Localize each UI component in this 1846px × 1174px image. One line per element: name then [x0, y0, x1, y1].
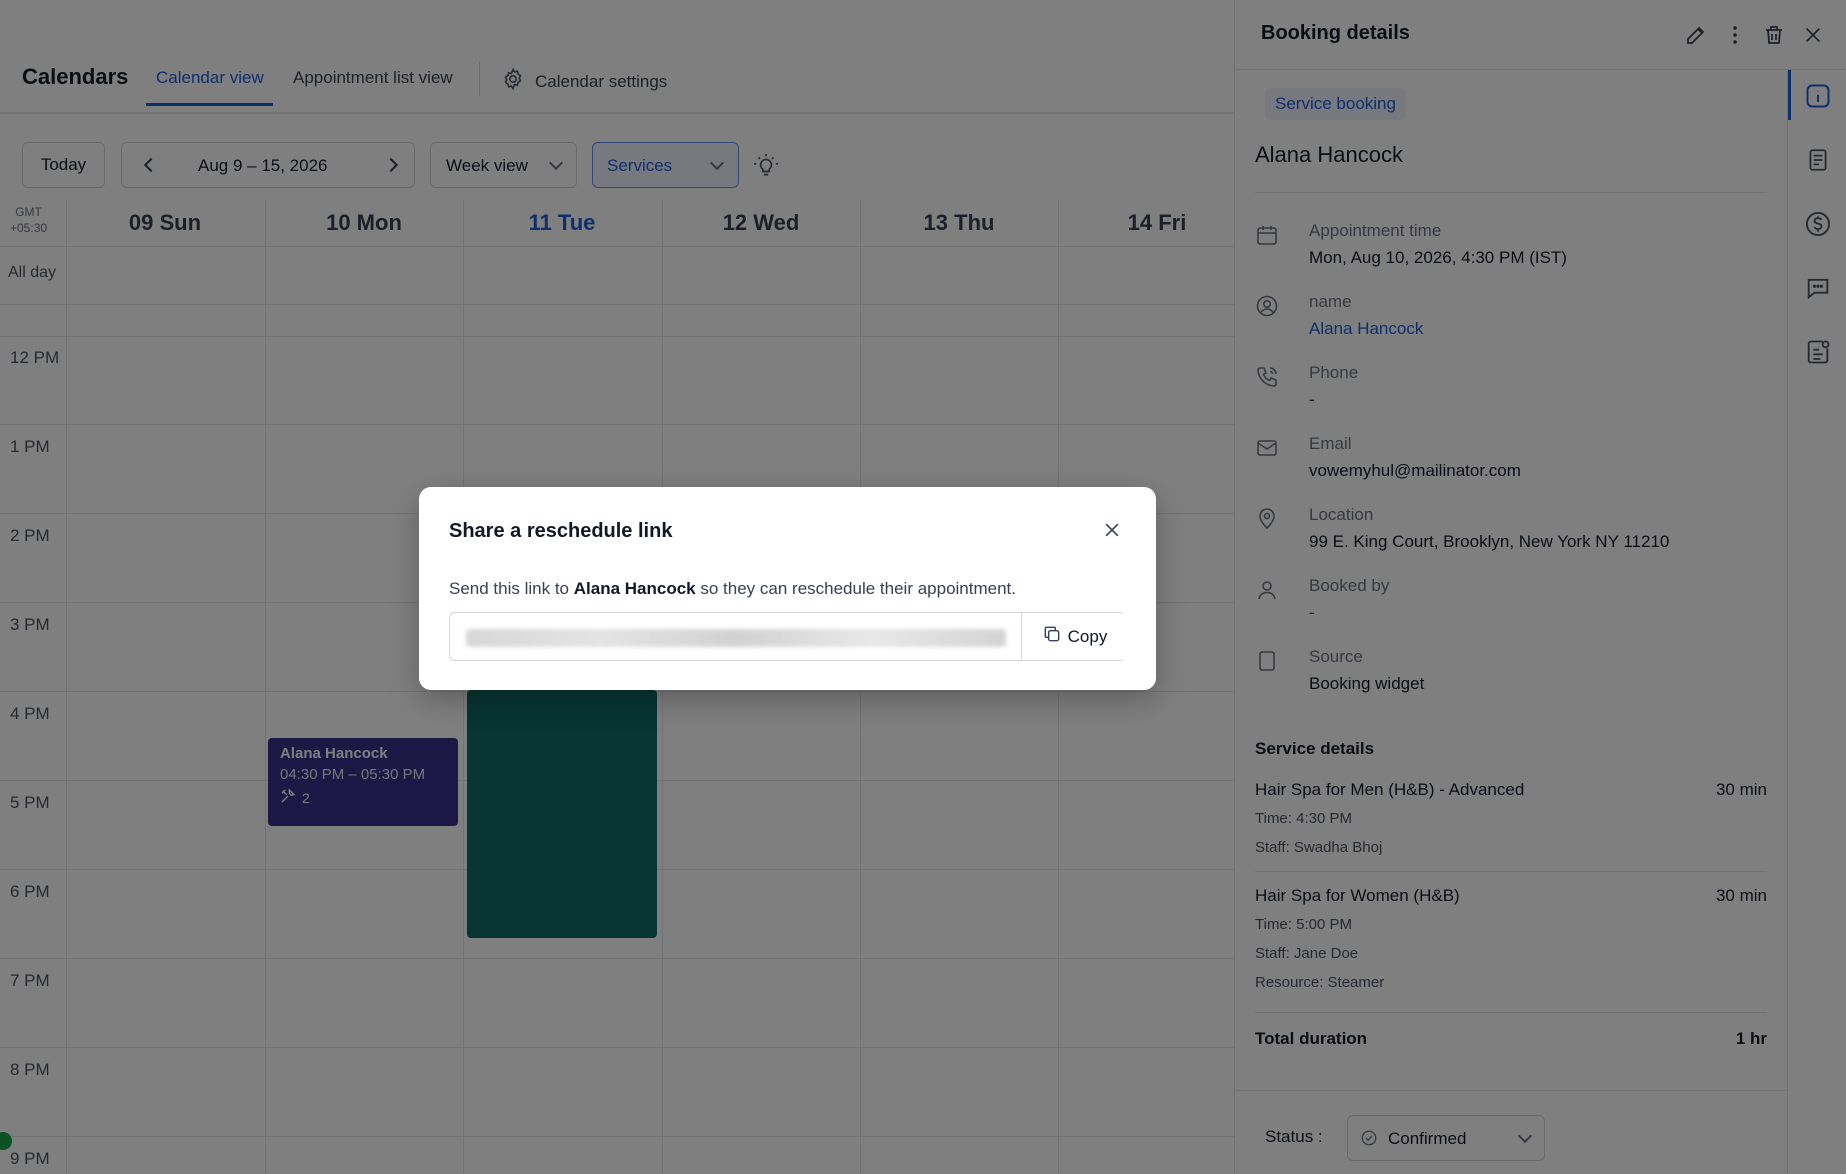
dialog-title: Share a reschedule link — [449, 520, 673, 542]
copy-button[interactable]: Copy — [1021, 613, 1127, 660]
close-icon[interactable] — [1099, 517, 1125, 543]
reschedule-link-dialog: Share a reschedule link Send this link t… — [419, 487, 1156, 690]
dialog-description: Send this link to Alana Hancock so they … — [449, 579, 1016, 599]
description-prefix: Send this link to — [449, 579, 574, 598]
copy-icon — [1042, 624, 1062, 649]
reschedule-link-field[interactable]: Copy — [449, 612, 1127, 661]
copy-label: Copy — [1067, 626, 1108, 646]
blurred-link-text — [466, 629, 1006, 647]
description-suffix: so they can reschedule their appointment… — [695, 579, 1017, 598]
description-customer-name: Alana Hancock — [573, 579, 696, 598]
